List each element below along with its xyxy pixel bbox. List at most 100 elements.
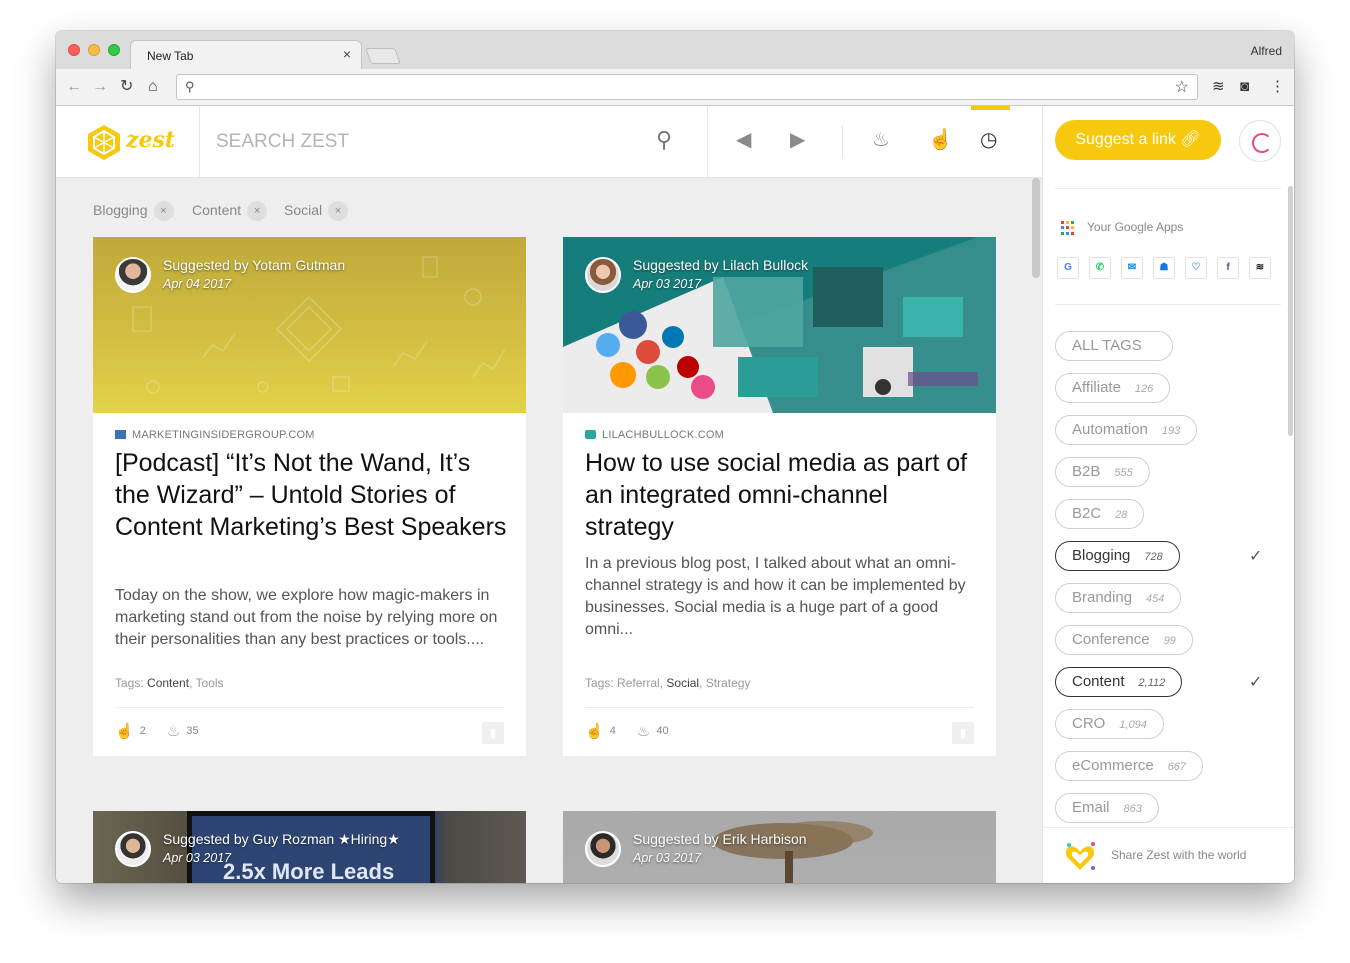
- remove-filter-icon[interactable]: ×: [153, 201, 174, 222]
- filter-chip: Content ×: [192, 198, 268, 222]
- tag-pill-cro[interactable]: CRO 1,094: [1055, 709, 1164, 739]
- tag-pill-email[interactable]: Email 863: [1055, 793, 1159, 823]
- zest-logo[interactable]: zest: [86, 123, 176, 163]
- search-icon[interactable]: ⚲: [656, 128, 672, 152]
- suggester-name[interactable]: Suggested by Guy Rozman ★Hiring★: [163, 831, 400, 848]
- pocket-extension-icon[interactable]: ◙: [1240, 79, 1249, 95]
- article-card[interactable]: 2.5x More Leads Suggested by Guy Rozman …: [93, 811, 526, 883]
- tag-link[interactable]: Strategy: [706, 676, 751, 690]
- chat-app-icon[interactable]: ♡: [1185, 257, 1207, 279]
- tag-name: Blogging: [1072, 547, 1131, 564]
- avatar[interactable]: [585, 831, 621, 867]
- home-icon[interactable]: ⌂: [148, 78, 158, 96]
- article-tags: Tags: Content, Tools: [115, 676, 224, 690]
- bookmark-icon[interactable]: ▮: [482, 722, 504, 744]
- apps-grid-icon: [1061, 221, 1075, 235]
- source-domain[interactable]: MARKETINGINSIDERGROUP.COM: [115, 429, 315, 441]
- card-hero-image[interactable]: Suggested by Lilach Bullock Apr 03 2017: [563, 237, 996, 413]
- tag-pill-content[interactable]: Content 2,112: [1055, 667, 1183, 697]
- menu-dots-icon[interactable]: ⋮: [1270, 79, 1285, 95]
- all-tags-label: ALL TAGS: [1072, 337, 1142, 354]
- whatsapp-app-icon[interactable]: ✆: [1089, 257, 1111, 279]
- fire-icon[interactable]: ♨: [637, 723, 650, 740]
- profile-name[interactable]: Alfred: [1251, 44, 1282, 58]
- facebook-app-icon[interactable]: f: [1217, 257, 1239, 279]
- google-app-icon[interactable]: G: [1057, 257, 1079, 279]
- avatar[interactable]: [115, 257, 151, 293]
- tag-pill-branding[interactable]: Branding 454: [1055, 583, 1182, 613]
- tag-pill-affiliate[interactable]: Affiliate 126: [1055, 373, 1171, 403]
- bookmark-icon[interactable]: ▮: [952, 722, 974, 744]
- audio-icon[interactable]: ◀︎: [736, 128, 751, 152]
- close-window-button[interactable]: [68, 44, 80, 56]
- tag-name: eCommerce: [1072, 757, 1154, 774]
- tab-title: New Tab: [147, 49, 194, 63]
- buffer-app-icon[interactable]: ≋: [1249, 257, 1271, 279]
- clock-icon[interactable]: ◷: [980, 128, 997, 152]
- article-title[interactable]: [Podcast] “It’s Not the Wand, It’s the W…: [115, 447, 510, 543]
- feed-scrollbar[interactable]: [1032, 178, 1040, 278]
- tag-pill-blogging[interactable]: Blogging 728: [1055, 541, 1180, 571]
- bookmark-star-icon[interactable]: ☆: [1175, 77, 1189, 97]
- suggester-name[interactable]: Suggested by Erik Harbison: [633, 831, 807, 847]
- header-divider: [199, 106, 200, 178]
- tag-pill-ecommerce[interactable]: eCommerce 667: [1055, 751, 1204, 781]
- suggester-name[interactable]: Suggested by Yotam Gutman: [163, 257, 345, 273]
- new-tab-button[interactable]: [365, 48, 401, 64]
- suggest-link-button[interactable]: Suggest a link 🔗︎: [1055, 120, 1221, 160]
- video-play-icon[interactable]: ▶︎: [790, 128, 805, 152]
- article-card[interactable]: Suggested by Lilach Bullock Apr 03 2017 …: [563, 237, 996, 756]
- tag-link[interactable]: Referral: [617, 676, 660, 690]
- maximize-window-button[interactable]: [108, 44, 120, 56]
- source-domain-text: LILACHBULLOCK.COM: [602, 429, 724, 441]
- fire-icon[interactable]: ♨: [872, 128, 890, 152]
- back-arrow-icon[interactable]: ←: [66, 78, 82, 96]
- tag-pill-automation[interactable]: Automation 193: [1055, 415, 1198, 445]
- sidebar-scrollbar[interactable]: [1288, 186, 1293, 436]
- avatar[interactable]: [585, 257, 621, 293]
- card-hero-image[interactable]: Suggested by Yotam Gutman Apr 04 2017: [93, 237, 526, 413]
- reload-icon[interactable]: ↻: [120, 78, 133, 96]
- card-stats: ☝ 4 ♨ 40: [585, 721, 669, 742]
- forward-arrow-icon[interactable]: →: [92, 78, 108, 96]
- remove-filter-icon[interactable]: ×: [247, 201, 268, 222]
- tab-close-icon[interactable]: ×: [343, 46, 351, 62]
- tag-link[interactable]: Tools: [196, 676, 224, 690]
- avatar[interactable]: [115, 831, 151, 867]
- article-card[interactable]: Suggested by Yotam Gutman Apr 04 2017 MA…: [93, 237, 526, 756]
- tag-pill-b2b[interactable]: B2B 555: [1055, 457, 1150, 487]
- tap-hand-icon[interactable]: ☝: [115, 723, 134, 740]
- feed-area: Blogging × Content × Social × Suggested …: [56, 178, 1042, 883]
- tag-link[interactable]: Social: [666, 676, 699, 690]
- minimize-window-button[interactable]: [88, 44, 100, 56]
- article-card[interactable]: Suggested by Erik Harbison Apr 03 2017: [563, 811, 996, 883]
- share-zest-label: Share Zest with the world: [1111, 848, 1247, 862]
- source-domain[interactable]: LILACHBULLOCK.COM: [585, 429, 724, 441]
- article-title[interactable]: How to use social media as part of an in…: [585, 447, 980, 543]
- remove-filter-icon[interactable]: ×: [328, 201, 349, 222]
- filter-chip: Social ×: [284, 198, 349, 222]
- post-date: Apr 03 2017: [163, 851, 232, 865]
- browser-tab[interactable]: New Tab ×: [130, 40, 362, 69]
- address-bar[interactable]: ⚲ ☆: [176, 74, 1198, 100]
- all-tags-button[interactable]: ALL TAGS: [1055, 331, 1173, 361]
- tag-name: B2B: [1072, 463, 1101, 480]
- fire-icon[interactable]: ♨: [167, 723, 180, 740]
- search-input[interactable]: [216, 124, 636, 160]
- tap-hand-icon[interactable]: ☝: [928, 128, 953, 152]
- google-apps-label: Your Google Apps: [1087, 220, 1184, 234]
- tag-pill-b2c[interactable]: B2C 28: [1055, 499, 1145, 529]
- tag-count: 454: [1146, 593, 1165, 605]
- contacts-app-icon[interactable]: ☗: [1153, 257, 1175, 279]
- messenger-app-icon[interactable]: ✉: [1121, 257, 1143, 279]
- browser-window: New Tab × Alfred ← → ↻ ⌂ ⚲ ☆ ≋ ◙ ⋮ zest …: [56, 31, 1294, 883]
- share-zest[interactable]: Share Zest with the world: [1043, 827, 1294, 883]
- card-hero-image[interactable]: 2.5x More Leads Suggested by Guy Rozman …: [93, 811, 526, 883]
- suggester-name[interactable]: Suggested by Lilach Bullock: [633, 257, 808, 273]
- tag-pill-conference[interactable]: Conference 99: [1055, 625, 1193, 655]
- tap-hand-icon[interactable]: ☝: [585, 723, 604, 740]
- card-hero-image[interactable]: Suggested by Erik Harbison Apr 03 2017: [563, 811, 996, 883]
- tag-name: Email: [1072, 799, 1110, 816]
- tag-link[interactable]: Content: [147, 676, 189, 690]
- buffer-extension-icon[interactable]: ≋: [1212, 79, 1225, 95]
